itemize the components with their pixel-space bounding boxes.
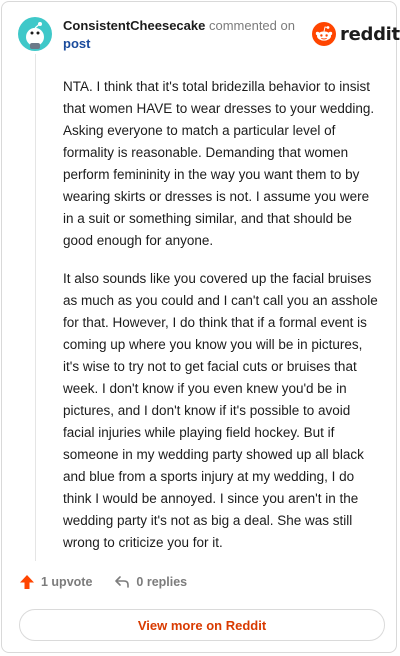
reddit-comment-embed: ConsistentCheesecake commented on post r… (1, 1, 400, 653)
view-more-button[interactable]: View more on Reddit (19, 609, 385, 641)
thread-line (35, 54, 36, 561)
replies-count: 0 replies (136, 575, 188, 589)
reply-arrow-icon (115, 576, 130, 588)
comment-paragraph-2: It also sounds like you covered up the f… (63, 271, 378, 550)
author-username[interactable]: ConsistentCheesecake (63, 18, 205, 33)
post-link[interactable]: post (63, 35, 303, 53)
replies-button[interactable]: 0 replies (114, 574, 187, 590)
comment-body: NTA. I think that it's total bridezilla … (63, 76, 378, 570)
comment-actions: 1 upvote 0 replies (19, 574, 187, 590)
comment-paragraph-1: NTA. I think that it's total bridezilla … (63, 79, 375, 248)
upvote-button[interactable]: 1 upvote (19, 574, 92, 590)
reddit-wordmark: reddit (340, 23, 400, 45)
reddit-logo[interactable]: reddit (312, 22, 400, 46)
snoo-avatar-icon (18, 17, 52, 51)
reddit-snoo-icon (312, 22, 336, 46)
comment-header: ConsistentCheesecake commented on post (63, 17, 303, 53)
user-avatar[interactable] (18, 17, 52, 51)
upvote-count: 1 upvote (41, 575, 93, 589)
commented-on-text: commented on (208, 18, 295, 33)
upvote-arrow-icon (20, 575, 34, 589)
